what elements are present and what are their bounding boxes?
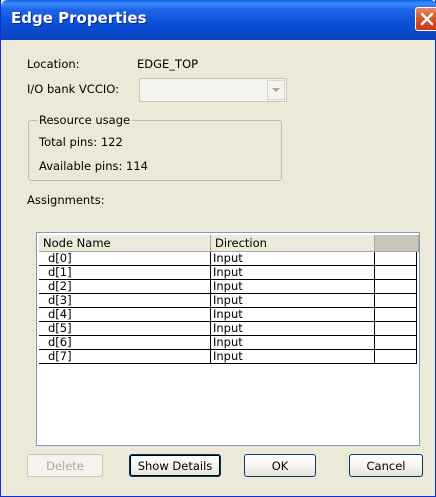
delete-button[interactable]: Delete xyxy=(27,454,103,477)
table-row[interactable]: d[3] Input xyxy=(39,294,417,308)
table-row[interactable]: d[0] Input xyxy=(39,252,417,266)
direction-cell: Input xyxy=(211,252,375,266)
table-header: Node Name Direction xyxy=(39,235,419,252)
resource-usage-title: Resource usage xyxy=(37,113,133,127)
empty-cell xyxy=(375,294,417,308)
ok-button[interactable]: OK xyxy=(244,454,316,477)
table-row[interactable]: d[4] Input xyxy=(39,308,417,322)
empty-cell xyxy=(375,322,417,336)
node-name-cell: d[6] xyxy=(39,336,211,350)
table-row[interactable]: d[1] Input xyxy=(39,266,417,280)
title-bar[interactable]: Edge Properties xyxy=(1,0,436,40)
table-row[interactable]: d[5] Input xyxy=(39,322,417,336)
table-row[interactable]: d[6] Input xyxy=(39,336,417,350)
node-name-cell: d[5] xyxy=(39,322,211,336)
io-bank-vccio-select[interactable] xyxy=(139,78,287,102)
edge-properties-dialog: Edge Properties Location: EDGE_TOP I/O b… xyxy=(0,0,436,497)
direction-cell: Input xyxy=(211,336,375,350)
io-bank-label: I/O bank VCCIO: xyxy=(27,82,119,96)
show-details-button[interactable]: Show Details xyxy=(129,454,221,477)
assignments-table[interactable]: Node Name Direction d[0] Input d[1] Input d[… xyxy=(36,232,420,446)
column-header-filler xyxy=(375,235,419,252)
column-header-node-name[interactable]: Node Name xyxy=(39,235,211,252)
direction-cell: Input xyxy=(211,280,375,294)
window-title: Edge Properties xyxy=(11,9,147,27)
cancel-button[interactable]: Cancel xyxy=(349,454,423,477)
node-name-cell: d[2] xyxy=(39,280,211,294)
node-name-cell: d[1] xyxy=(39,266,211,280)
chevron-down-icon xyxy=(272,87,280,92)
table-row[interactable]: d[2] Input xyxy=(39,280,417,294)
available-pins: Available pins: 114 xyxy=(39,159,148,173)
node-name-cell: d[4] xyxy=(39,308,211,322)
empty-cell xyxy=(375,252,417,266)
direction-cell: Input xyxy=(211,266,375,280)
empty-cell xyxy=(375,266,417,280)
empty-cell xyxy=(375,308,417,322)
table-row[interactable]: d[7] Input xyxy=(39,350,417,364)
close-button[interactable] xyxy=(415,7,436,31)
empty-cell xyxy=(375,280,417,294)
table-body: d[0] Input d[1] Input d[2] Input d[3] Input d[4]… xyxy=(39,252,417,364)
location-value: EDGE_TOP xyxy=(137,57,199,71)
resource-usage-group: Resource usage Total pins: 122 Available… xyxy=(28,113,282,181)
node-name-cell: d[0] xyxy=(39,252,211,266)
node-name-cell: d[7] xyxy=(39,350,211,364)
direction-cell: Input xyxy=(211,350,375,364)
column-header-direction[interactable]: Direction xyxy=(211,235,375,252)
assignments-label: Assignments: xyxy=(27,193,105,207)
dropdown-button[interactable] xyxy=(267,80,285,100)
node-name-cell: d[3] xyxy=(39,294,211,308)
direction-cell: Input xyxy=(211,294,375,308)
total-pins: Total pins: 122 xyxy=(39,135,123,149)
direction-cell: Input xyxy=(211,322,375,336)
empty-cell xyxy=(375,350,417,364)
close-icon xyxy=(420,12,434,26)
dialog-body: Location: EDGE_TOP I/O bank VCCIO: Resou… xyxy=(4,40,434,494)
direction-cell: Input xyxy=(211,308,375,322)
location-label: Location: xyxy=(27,57,80,71)
empty-cell xyxy=(375,336,417,350)
